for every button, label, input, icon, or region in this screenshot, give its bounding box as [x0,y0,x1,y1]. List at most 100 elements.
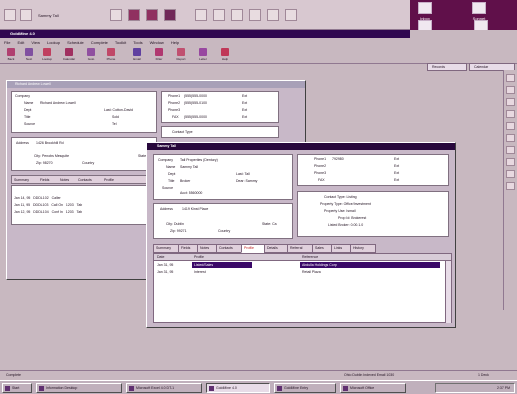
phone-icon[interactable] [128,9,140,21]
bg-field-value[interactable]: Tel [112,122,116,126]
toolbar-filter-button[interactable]: Filter [152,48,166,61]
bg-tab-profile[interactable]: Profile [104,178,114,182]
toolbar-report-button[interactable]: Report [174,48,188,61]
grid-header-profile[interactable]: Profile [194,255,204,259]
bg-zip[interactable]: Zip: 98270 [36,161,53,165]
front-phone-value[interactable]: 792980 [332,157,344,161]
toolbar-help-button[interactable]: Help [218,48,232,61]
bg-tab-summary[interactable]: Summary [14,178,29,182]
front-field-value[interactable]: Dear: Sammy [236,179,257,183]
report-icon[interactable] [267,9,279,21]
bg-tab-fields[interactable]: Fields [40,178,49,182]
grid-header-date[interactable]: Date [157,255,164,259]
strip-button-2[interactable] [506,86,515,94]
tab-profile[interactable]: Profile [241,244,265,253]
strip-button-9[interactable] [506,170,515,178]
menu-complete[interactable]: Complete [91,39,108,47]
front-contact-info[interactable]: Property Use: Ismail [324,209,356,213]
front-address-value[interactable]: 1419 Kinst Place [182,207,208,211]
table-row[interactable]: Jan 31, 95 Listed/Sales Abdulla Holdings… [154,262,450,268]
toolbar-goto-button[interactable]: Goto [84,48,98,61]
table-row[interactable]: Jan 11, 95 DDDL103 Call On 1203 Tab [14,203,82,207]
history-icon[interactable] [164,9,176,21]
menu-tools[interactable]: Tools [133,39,142,47]
bg-phone-value[interactable]: (555)555-0000 [184,115,207,119]
menu-lookup[interactable]: Lookup [47,39,60,47]
front-field-value[interactable]: Tall Properties (Dentury) [180,158,218,162]
bg-city[interactable]: City: Penobs Mesquite [34,154,69,158]
menu-help[interactable]: Help [171,39,179,47]
start-button[interactable]: Start [2,383,32,393]
bg-phone-value[interactable]: (555)555-0000 [184,94,207,98]
table-row[interactable]: Jan 14, 95 DDDL102 Caller [14,196,61,200]
strip-button-7[interactable] [506,146,515,154]
front-account-line[interactable]: Acct: 5560000 [180,191,202,195]
strip-button-1[interactable] [506,74,515,82]
strip-button-3[interactable] [506,98,515,106]
menu-view[interactable]: View [31,39,40,47]
tab-fields[interactable]: Fields [178,244,198,253]
menu-file[interactable]: File [4,39,10,47]
front-field-value[interactable]: Broker [180,179,190,183]
taskbar-item-microsoft-office[interactable]: Microsoft Office [340,383,406,393]
toolbar-lookup-button[interactable]: Lookup [40,48,54,61]
menu-toolkit[interactable]: Toolkit [115,39,126,47]
tab-sales[interactable]: Sales [312,244,332,253]
bg-address-value[interactable]: 1426 Brookhill Rd [36,141,64,145]
table-row[interactable]: Jan 12, 95 DDDL104 Conf In 1203 Tab [14,210,82,214]
tab-history[interactable]: History [350,244,376,253]
taskbar-item-goldmine[interactable]: GoldMine 4.0 [206,383,270,393]
toolbar-back-button[interactable]: Back [4,48,18,61]
grid-header-reference[interactable]: Reference [302,255,318,259]
front-field-value[interactable]: Last: Tall [236,172,250,176]
bg-tab-contacts[interactable]: Contacts [78,178,92,182]
schedule-icon[interactable] [110,9,122,21]
taskbar-item-goldmine-entry[interactable]: GoldMine Entry [274,383,336,393]
front-city[interactable]: City: Dublin [166,222,184,226]
bg-field-value[interactable]: Last: Cotton-David [104,108,133,112]
write-icon[interactable] [146,9,158,21]
bg-tab-notes[interactable]: Notes [60,178,69,182]
tab-notes[interactable]: Notes [197,244,217,253]
contact-icon[interactable] [20,9,32,21]
front-zip[interactable]: Zip: 99271 [170,229,187,233]
front-contact-info[interactable]: Contact Type: Listing [324,195,357,199]
menu-window[interactable]: Window [150,39,164,47]
front-record-window[interactable]: Sammy Tall Company Tall Properties (Dent… [146,142,456,328]
bg-field-value[interactable]: Richard Andrew Lowell [40,101,76,105]
notes-icon[interactable] [195,9,207,21]
front-state[interactable]: State: Ca [262,222,277,226]
bg-phone-value[interactable]: (555)555-0100 [184,101,207,105]
strip-button-5[interactable] [506,122,515,130]
toolbar-phone-button[interactable]: Phone [104,48,118,61]
toolbar-letter-button[interactable]: Letter [196,48,210,61]
filter-icon[interactable] [285,9,297,21]
task-icon[interactable] [249,9,261,21]
tab-contacts[interactable]: Contacts [216,244,242,253]
taskbar-item-information-desktop[interactable]: Information Desktop [36,383,122,393]
back-icon[interactable] [4,9,16,21]
bg-field-value[interactable]: Sold [112,115,119,119]
toolbar-next-button[interactable]: Next [22,48,36,61]
front-field-value[interactable]: Sammy Tall [180,165,198,169]
tab-summary[interactable]: Summary [153,244,179,253]
table-row[interactable]: Jan 31, 95 Interest Retail Plaza [154,269,450,275]
clock[interactable]: 2:37 PM [497,386,510,390]
menu-edit[interactable]: Edit [17,39,24,47]
strip-button-6[interactable] [506,134,515,142]
tab-records[interactable]: Records [427,63,467,71]
taskbar-item-excel[interactable]: Microsoft Excel 4.0 DT-1 [126,383,202,393]
lookup-icon[interactable] [213,9,225,21]
tab-links[interactable]: Links [331,244,351,253]
menu-schedule[interactable]: Schedule [67,39,84,47]
toolbar-calendar-button[interactable]: Calendar [62,48,76,61]
desktop-icon-inbox[interactable]: Inbox [418,2,432,21]
strip-button-4[interactable] [506,110,515,118]
calendar-icon[interactable] [231,9,243,21]
grid-scrollbar[interactable] [445,261,451,323]
tab-referral[interactable]: Referral [287,244,313,253]
front-contact-info[interactable]: Prop Id: Brokerest [338,216,366,220]
desktop-icon-sonnet[interactable]: Sonnet [472,2,486,21]
strip-button-10[interactable] [506,182,515,190]
front-contact-info[interactable]: Property Type: Office/Investment [320,202,371,206]
